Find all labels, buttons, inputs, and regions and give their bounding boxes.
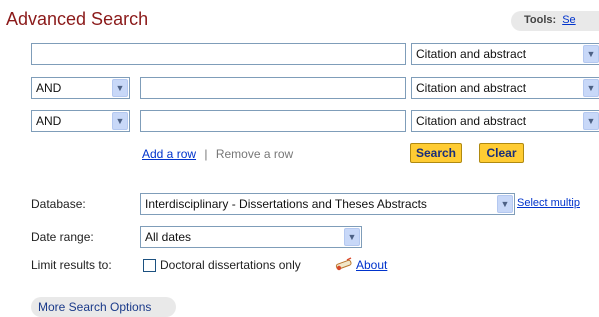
clear-button[interactable]: Clear xyxy=(479,143,524,163)
page-title: Advanced Search xyxy=(6,9,149,29)
field-select-1[interactable]: Citation and abstract ▼ xyxy=(411,43,599,65)
add-row-link[interactable]: Add a row xyxy=(142,147,196,161)
chevron-down-icon: ▼ xyxy=(112,79,128,97)
diploma-icon xyxy=(334,256,354,272)
about-link[interactable]: About xyxy=(356,258,387,272)
date-range-select-value: All dates xyxy=(145,230,192,244)
chevron-down-icon: ▼ xyxy=(583,112,599,130)
operator-select-2[interactable]: AND ▼ xyxy=(31,77,130,99)
database-select[interactable]: Interdisciplinary - Dissertations and Th… xyxy=(140,193,515,215)
tools-bar: Tools: Se xyxy=(511,11,599,31)
date-range-label: Date range: xyxy=(31,230,94,244)
field-select-value: Citation and abstract xyxy=(416,47,527,61)
tools-label: Tools: xyxy=(524,14,557,26)
operator-select-3[interactable]: AND ▼ xyxy=(31,110,130,132)
limit-label: Limit results to: xyxy=(31,258,112,272)
date-range-select[interactable]: All dates ▼ xyxy=(140,226,362,248)
database-select-value: Interdisciplinary - Dissertations and Th… xyxy=(145,197,427,211)
chevron-down-icon: ▼ xyxy=(112,112,128,130)
tools-link[interactable]: Se xyxy=(562,14,575,26)
chevron-down-icon: ▼ xyxy=(583,45,599,63)
search-input-2[interactable] xyxy=(140,77,406,99)
search-input-1[interactable] xyxy=(31,43,406,65)
field-select-value: Citation and abstract xyxy=(416,114,527,128)
chevron-down-icon: ▼ xyxy=(497,195,513,213)
search-button[interactable]: Search xyxy=(410,143,462,163)
select-multiple-link[interactable]: Select multip xyxy=(517,197,580,209)
chevron-down-icon: ▼ xyxy=(583,79,599,97)
row-actions: Add a row | Remove a row xyxy=(142,147,293,161)
operator-select-value: AND xyxy=(36,81,62,95)
field-select-3[interactable]: Citation and abstract ▼ xyxy=(411,110,599,132)
field-select-2[interactable]: Citation and abstract ▼ xyxy=(411,77,599,99)
more-search-options-button[interactable]: More Search Options xyxy=(31,297,176,317)
remove-row-link[interactable]: Remove a row xyxy=(216,147,293,161)
row-actions-separator: | xyxy=(204,147,208,161)
search-input-3[interactable] xyxy=(140,110,406,132)
operator-select-value: AND xyxy=(36,114,62,128)
doctoral-checkbox-label: Doctoral dissertations only xyxy=(160,258,301,272)
chevron-down-icon: ▼ xyxy=(344,228,360,246)
doctoral-checkbox[interactable] xyxy=(143,259,156,272)
database-label: Database: xyxy=(31,197,86,211)
field-select-value: Citation and abstract xyxy=(416,81,527,95)
